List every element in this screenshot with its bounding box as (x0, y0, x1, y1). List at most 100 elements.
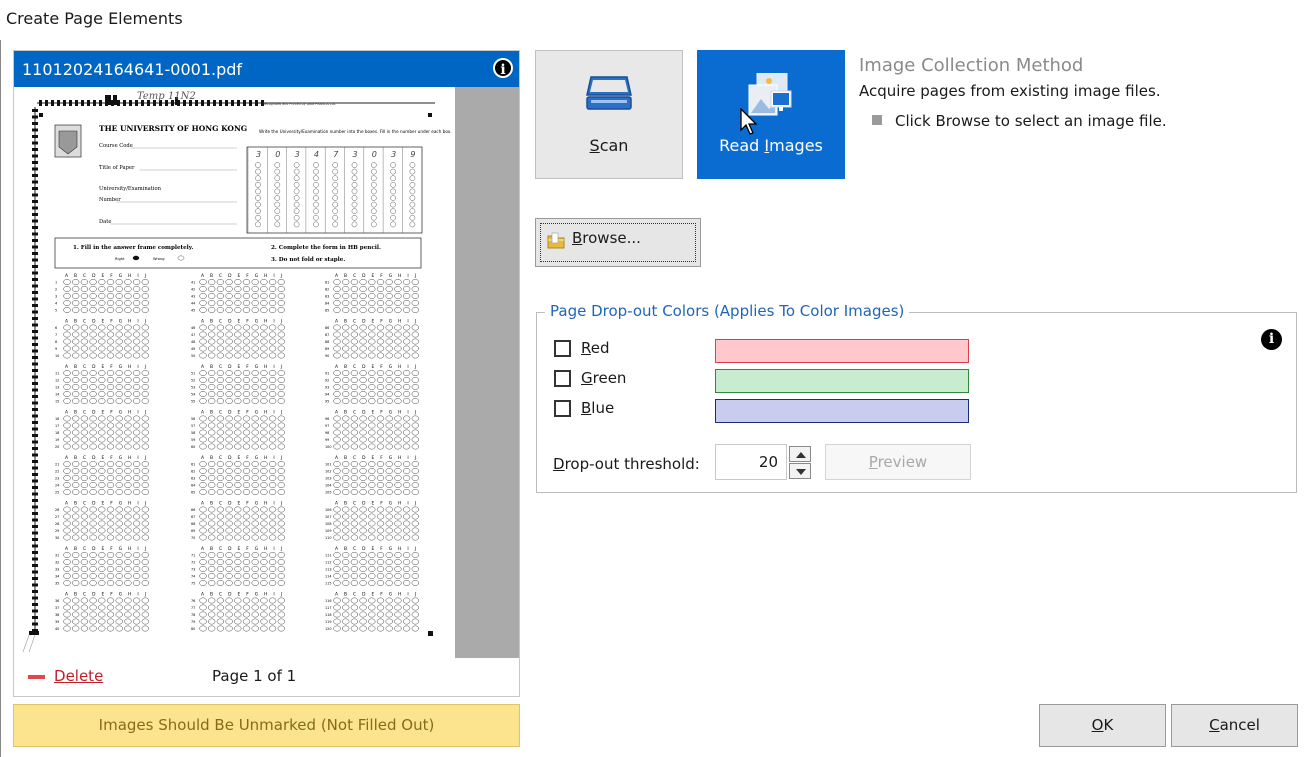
question-number: 23 (55, 477, 59, 481)
read-images-button[interactable]: Read Images (697, 50, 845, 179)
question-number: 110 (325, 536, 331, 540)
bubble-letters: A B C D E F G H I J (201, 455, 284, 461)
threshold-label: Drop-out threshold: (553, 455, 700, 473)
document-preview-panel: 11012024164641-0001.pdf i Temp 11N2 Recog… (13, 50, 520, 697)
info-icon[interactable]: i (1261, 329, 1282, 350)
bubble-letters: A B C D E F G H I J (65, 273, 148, 279)
question-number: 71 (191, 554, 195, 558)
question-number: 3 (55, 295, 57, 299)
question-number: 100 (325, 445, 331, 449)
method-description: Acquire pages from existing image files. (859, 82, 1161, 100)
question-number: 5 (55, 309, 57, 313)
question-number: 83 (325, 295, 329, 299)
threshold-input[interactable]: 20 (715, 444, 787, 480)
question-number: 40 (55, 627, 59, 631)
question-number: 9 (55, 347, 57, 351)
question-number: 58 (191, 431, 195, 435)
bubble-letters: A B C D E F G H I J (335, 364, 418, 370)
red-color-swatch (715, 339, 969, 363)
question-number: 70 (191, 536, 195, 540)
question-number: 16 (55, 417, 59, 421)
ok-button[interactable]: OK (1039, 704, 1166, 747)
question-number: 60 (191, 445, 195, 449)
spin-up-button[interactable] (789, 446, 811, 462)
red-checkbox[interactable] (554, 340, 571, 357)
info-icon[interactable]: i (493, 58, 513, 78)
sheet-header-text: Recognised and Printed by Data Products … (263, 102, 336, 106)
question-number: 2 (55, 288, 57, 292)
question-number: 82 (325, 288, 329, 292)
question-number: 68 (191, 522, 195, 526)
handwritten-digit: 3 (295, 150, 300, 159)
answer-sheet-image: Temp 11N2 Recognised and Printed by Data … (22, 91, 452, 653)
wrong-example-label: Wrong (153, 257, 165, 261)
question-number: 8 (55, 340, 57, 344)
question-number: 46 (191, 326, 195, 330)
question-number: 4 (55, 302, 57, 306)
window-title: Create Page Elements (6, 9, 183, 28)
question-number: 45 (191, 309, 195, 313)
question-number: 81 (325, 281, 329, 285)
question-number: 118 (325, 613, 331, 617)
minus-icon (28, 675, 45, 679)
question-number: 108 (325, 522, 331, 526)
delete-page-button[interactable]: Delete (54, 667, 103, 685)
question-number: 115 (325, 582, 331, 586)
spin-down-button[interactable] (789, 463, 811, 479)
question-number: 111 (325, 554, 331, 558)
question-number: 10 (55, 354, 59, 358)
question-number: 107 (325, 515, 331, 519)
question-number: 104 (325, 484, 331, 488)
question-number: 30 (55, 536, 59, 540)
question-number: 120 (325, 627, 331, 631)
question-number: 48 (191, 340, 195, 344)
mouse-cursor-icon (740, 108, 758, 135)
sheet-instruction: Write the University/Examination number … (259, 129, 452, 134)
bubble-letters: A B C D E F G H I J (335, 273, 418, 279)
question-number: 15 (55, 400, 59, 404)
scan-label: Scan (589, 136, 629, 155)
read-images-label: Read Images (719, 136, 823, 155)
question-number: 80 (191, 627, 195, 631)
question-number: 89 (325, 347, 329, 351)
question-number: 91 (325, 372, 329, 376)
handwritten-digit: 0 (275, 150, 280, 159)
question-number: 116 (325, 599, 331, 603)
question-number: 99 (325, 438, 329, 442)
bubble-letters: A B C D E F G H I J (201, 546, 284, 552)
sheet-instruction: 1. Fill in the answer frame completely. (73, 245, 193, 251)
question-number: 37 (55, 606, 59, 610)
dropout-colors-legend: Page Drop-out Colors (Applies To Color I… (545, 302, 910, 320)
bubble-letters: A B C D E F G H I J (335, 501, 418, 507)
question-number: 75 (191, 582, 195, 586)
question-number: 14 (55, 393, 59, 397)
question-number: 20 (55, 445, 59, 449)
question-number: 65 (191, 491, 195, 495)
arrow-up-icon (796, 452, 806, 458)
blue-checkbox[interactable] (554, 400, 571, 417)
question-number: 22 (55, 470, 59, 474)
question-number: 41 (191, 281, 195, 285)
scan-button[interactable]: Scan (535, 50, 683, 179)
blue-label: Blue (581, 399, 615, 417)
question-number: 119 (325, 620, 331, 624)
sheet-instruction: 2. Complete the form in HB pencil. (271, 245, 381, 251)
question-number: 85 (325, 309, 329, 313)
page-viewer-gutter (455, 87, 519, 658)
question-number: 62 (191, 470, 195, 474)
question-number: 103 (325, 477, 331, 481)
question-number: 38 (55, 613, 59, 617)
window-edge (0, 40, 1, 757)
cancel-button[interactable]: Cancel (1171, 704, 1298, 747)
question-number: 47 (191, 333, 195, 337)
question-number: 117 (325, 606, 331, 610)
question-number: 11 (55, 372, 59, 376)
preview-button[interactable]: Preview (825, 444, 971, 480)
question-number: 77 (191, 606, 195, 610)
question-number: 6 (55, 326, 57, 330)
document-page-view[interactable]: Temp 11N2 Recognised and Printed by Data … (15, 87, 519, 658)
browse-button[interactable]: Browse... (535, 218, 701, 267)
sheet-field-label: Title of Paper (99, 165, 135, 171)
green-checkbox[interactable] (554, 370, 571, 387)
page-counter: Page 1 of 1 (212, 667, 297, 685)
